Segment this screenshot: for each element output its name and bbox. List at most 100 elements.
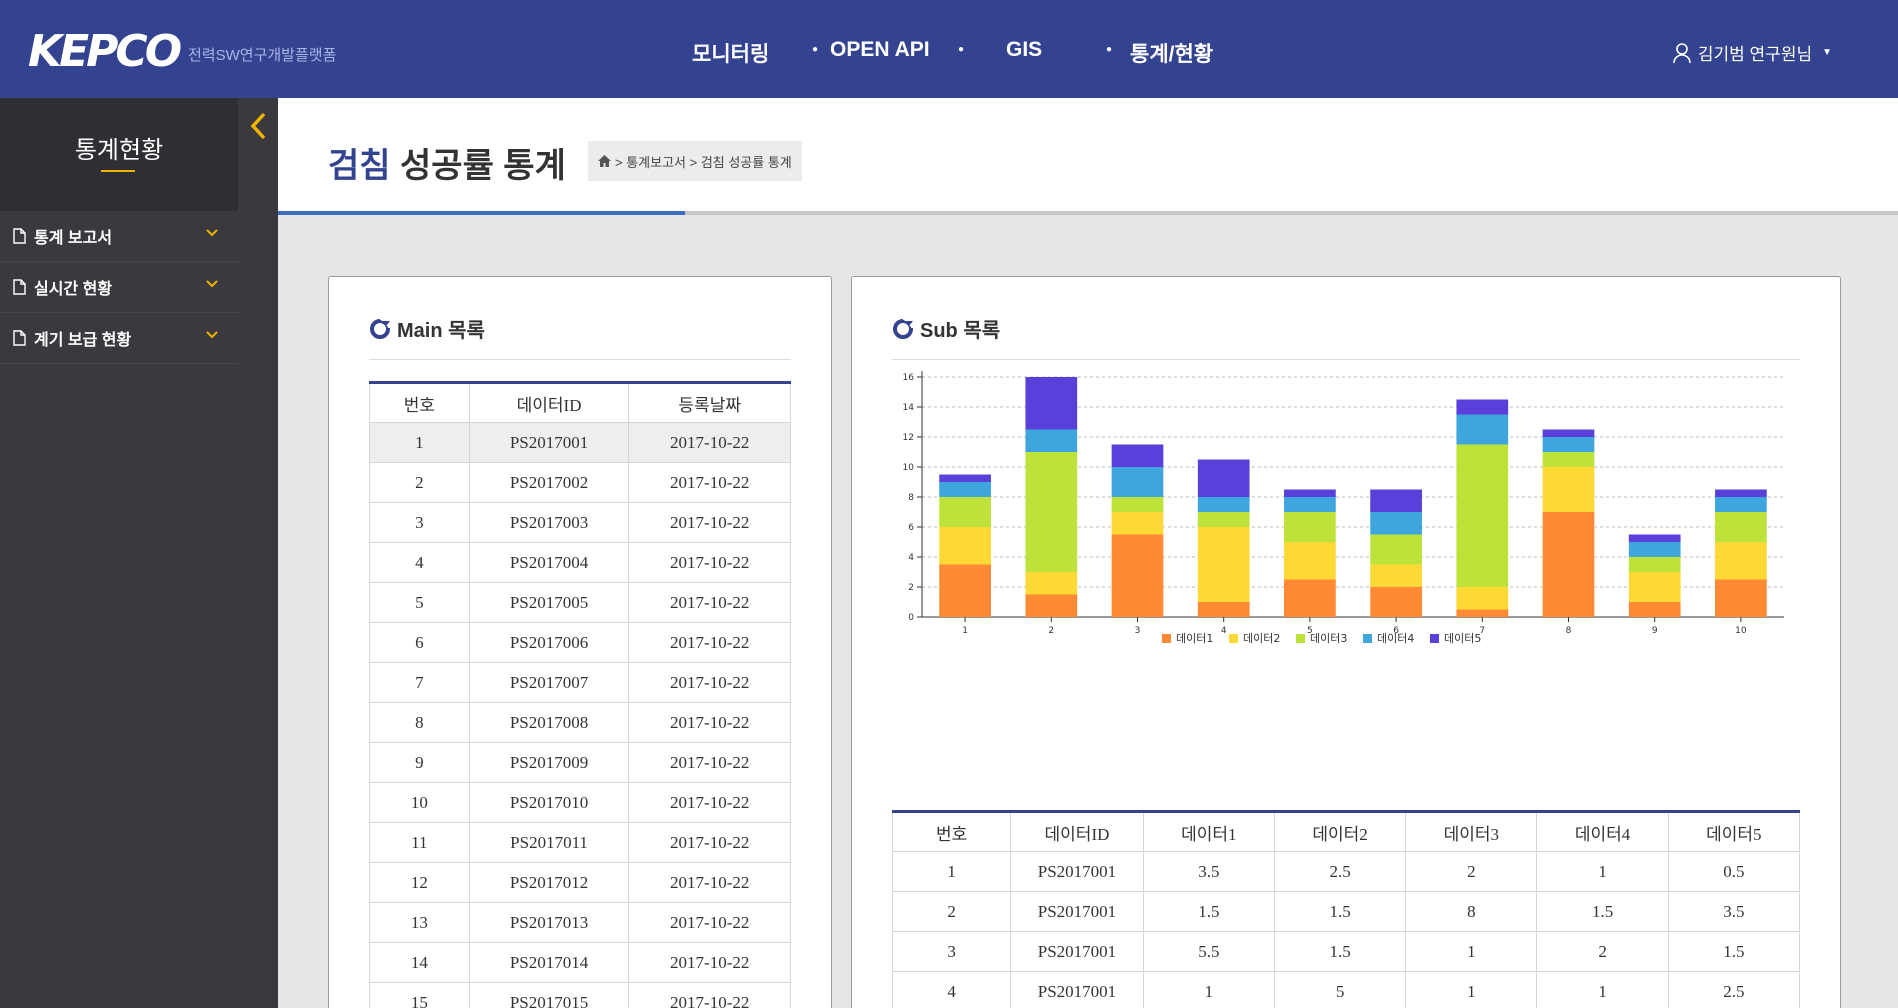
nav-statistics[interactable]: 통계/현황 bbox=[1130, 38, 1213, 68]
bar-segment-1 bbox=[1628, 602, 1681, 617]
stacked-bar-chart: 02468101214161 2 3 4 5 6 7 8 9 10데이터1 데이터2 데이터3 데이터4… bbox=[903, 371, 1784, 645]
bar-segment-2 bbox=[1456, 587, 1509, 610]
sidebar-item-statistics-report[interactable]: 통계 보고서 bbox=[0, 211, 238, 262]
bar-segment-4 bbox=[1456, 414, 1509, 445]
legend-label: 데이터5 bbox=[1444, 632, 1481, 645]
x-tick-label: 9 bbox=[1652, 626, 1658, 636]
data-id-cell: PS2017005 bbox=[468, 582, 630, 623]
top-navigation-bar: KEPCO 전력SW연구개발플랫폼 모니터링 ● OPEN API ● GIS … bbox=[0, 0, 1898, 98]
sidebar-item-meter-distribution[interactable]: 계기 보급 현황 bbox=[0, 313, 238, 364]
column-header[interactable]: 데이터ID bbox=[468, 382, 630, 423]
y-tick-label: 10 bbox=[903, 463, 915, 473]
bar-segment-5 bbox=[1370, 489, 1422, 512]
column-header[interactable]: 번호 bbox=[369, 382, 470, 423]
column-header[interactable]: 번호 bbox=[891, 811, 1012, 852]
sidebar-title: 통계현황 bbox=[74, 137, 164, 164]
chevron-down-icon bbox=[206, 331, 218, 339]
data-id-cell: PS2017007 bbox=[468, 662, 630, 703]
date-cell: 2017-10-22 bbox=[628, 422, 791, 463]
sidebar-header: 통계현황 bbox=[0, 98, 238, 211]
table-row[interactable]: 3 PS2017001 5.5 1.5 1 2 1.5 bbox=[891, 931, 1801, 972]
table-row[interactable]: 4 PS2017001 1 5 1 1 2.5 bbox=[891, 971, 1801, 1008]
table-row[interactable]: 11 PS2017011 2017-10-22 bbox=[369, 822, 791, 863]
bar-segment-1 bbox=[1542, 512, 1595, 617]
date-cell: 2017-10-22 bbox=[628, 582, 791, 623]
column-header[interactable]: 데이터3 bbox=[1405, 811, 1538, 852]
y-tick-label: 14 bbox=[903, 403, 915, 413]
column-header[interactable]: 데이터ID bbox=[1010, 811, 1144, 852]
bar-segment-3 bbox=[1542, 452, 1595, 467]
bar-segment-5 bbox=[1025, 377, 1078, 430]
data-id-cell: PS2017002 bbox=[468, 462, 630, 503]
table-row[interactable]: 1 PS2017001 3.5 2.5 2 1 0.5 bbox=[891, 851, 1801, 892]
date-cell: 2017-10-22 bbox=[628, 742, 791, 783]
bar-segment-4 bbox=[1025, 429, 1078, 452]
table-cell: 1 bbox=[1536, 971, 1669, 1008]
row-number: 12 bbox=[369, 862, 470, 903]
table-row[interactable]: 15 PS2017015 2017-10-22 bbox=[369, 982, 791, 1008]
bar-segment-3 bbox=[1197, 512, 1250, 527]
x-tick-label: 3 bbox=[1135, 626, 1141, 636]
bar-segment-4 bbox=[939, 482, 991, 497]
table-row[interactable]: 12 PS2017012 2017-10-22 bbox=[369, 862, 791, 903]
column-header[interactable]: 데이터4 bbox=[1536, 811, 1669, 852]
bar-segment-5 bbox=[1542, 429, 1595, 437]
table-cell: PS2017001 bbox=[1010, 931, 1144, 972]
nav-monitoring[interactable]: 모니터링 bbox=[692, 38, 769, 68]
table-row[interactable]: 2 PS2017002 2017-10-22 bbox=[369, 462, 791, 503]
table-row[interactable]: 1 PS2017001 2017-10-22 bbox=[369, 422, 791, 463]
sidebar-item-realtime-status[interactable]: 실시간 현황 bbox=[0, 262, 238, 313]
column-header[interactable]: 데이터1 bbox=[1142, 811, 1275, 852]
sub-list-panel: Sub 목록 0 2 4 6 8 10 12 14 16 1 2 3 4 5 6 7 8 9 10 데이터1 데이터2 데… bbox=[851, 276, 1841, 1008]
bar-segment-3 bbox=[1628, 557, 1681, 572]
table-row[interactable]: 6 PS2017006 2017-10-22 bbox=[369, 622, 791, 663]
legend-swatch bbox=[1229, 634, 1238, 643]
document-icon bbox=[13, 330, 26, 346]
chevron-left-icon bbox=[250, 112, 266, 140]
table-cell: 1 bbox=[1142, 971, 1275, 1008]
user-menu[interactable]: 김기범 연구원님 ▼ bbox=[1672, 40, 1832, 65]
data-id-cell: PS2017001 bbox=[468, 422, 630, 463]
date-cell: 2017-10-22 bbox=[628, 702, 791, 743]
y-tick-label: 0 bbox=[908, 613, 914, 623]
row-number: 8 bbox=[369, 702, 470, 743]
document-icon bbox=[13, 279, 26, 295]
bar-segment-4 bbox=[1197, 497, 1250, 512]
y-tick-label: 6 bbox=[908, 523, 914, 533]
date-cell: 2017-10-22 bbox=[628, 982, 791, 1008]
table-row[interactable]: 4 PS2017004 2017-10-22 bbox=[369, 542, 791, 583]
nav-separator: ● bbox=[812, 44, 819, 55]
table-cell: 1.5 bbox=[1536, 891, 1669, 932]
table-row[interactable]: 3 PS2017003 2017-10-22 bbox=[369, 502, 791, 543]
table-row[interactable]: 10 PS2017010 2017-10-22 bbox=[369, 782, 791, 823]
nav-separator: ● bbox=[958, 44, 965, 55]
header-divider bbox=[278, 211, 1898, 215]
table-row[interactable]: 7 PS2017007 2017-10-22 bbox=[369, 662, 791, 703]
table-header-row: 번호 데이터ID 데이터1 데이터2 데이터3 데이터4 데이터5 bbox=[891, 811, 1801, 852]
bar-segment-1 bbox=[939, 564, 991, 617]
table-row[interactable]: 8 PS2017008 2017-10-22 bbox=[369, 702, 791, 743]
column-header[interactable]: 등록날짜 bbox=[628, 382, 791, 423]
nav-open-api[interactable]: OPEN API bbox=[830, 38, 930, 62]
legend-label: 데이터2 bbox=[1243, 632, 1280, 645]
table-row[interactable]: 5 PS2017005 2017-10-22 bbox=[369, 582, 791, 623]
table-row[interactable]: 2 PS2017001 1.5 1.5 8 1.5 3.5 bbox=[891, 891, 1801, 932]
bar-segment-3 bbox=[1370, 534, 1422, 565]
table-row[interactable]: 9 PS2017009 2017-10-22 bbox=[369, 742, 791, 783]
home-icon[interactable] bbox=[598, 155, 611, 167]
table-row[interactable]: 13 PS2017013 2017-10-22 bbox=[369, 902, 791, 943]
sidebar-collapse-button[interactable] bbox=[238, 98, 278, 211]
bar-segment-5 bbox=[1628, 534, 1681, 542]
date-cell: 2017-10-22 bbox=[628, 542, 791, 583]
y-tick-label: 8 bbox=[908, 493, 914, 503]
row-number: 2 bbox=[369, 462, 470, 503]
y-tick-label: 4 bbox=[908, 553, 914, 563]
table-row[interactable]: 14 PS2017014 2017-10-22 bbox=[369, 942, 791, 983]
legend-swatch bbox=[1363, 634, 1372, 643]
nav-gis[interactable]: GIS bbox=[1006, 38, 1042, 62]
column-header[interactable]: 데이터5 bbox=[1667, 811, 1801, 852]
column-header[interactable]: 데이터2 bbox=[1273, 811, 1407, 852]
date-cell: 2017-10-22 bbox=[628, 942, 791, 983]
bar-segment-2 bbox=[1025, 572, 1078, 595]
nav-separator: ● bbox=[1106, 44, 1113, 55]
